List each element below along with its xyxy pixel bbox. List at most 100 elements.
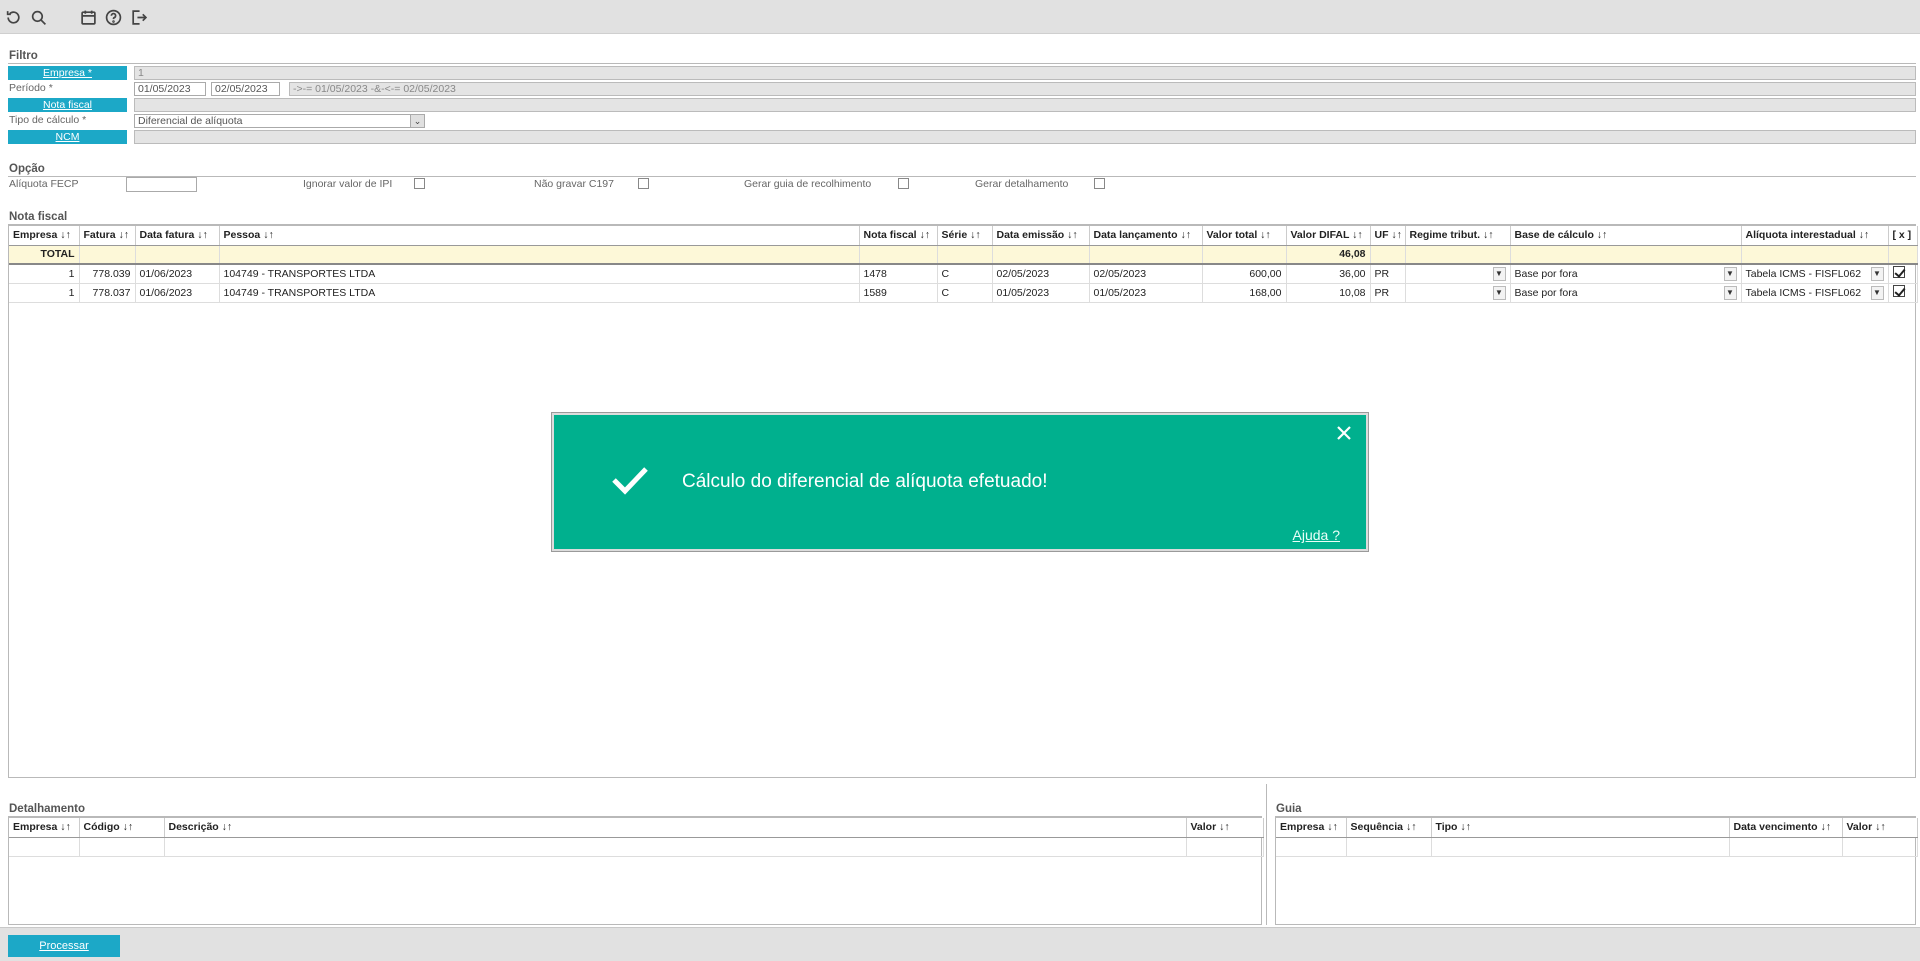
checkmark-icon [612, 467, 648, 495]
gerar-detalhamento-checkbox[interactable] [1094, 178, 1105, 189]
gerar-guia-checkbox[interactable] [898, 178, 909, 189]
periodo-label: Período * [9, 82, 53, 94]
calendar-icon[interactable] [80, 9, 97, 26]
col-serie-header[interactable]: Série ↓↑ [937, 226, 993, 246]
nota-fiscal-field[interactable] [134, 98, 1916, 112]
logout-icon[interactable] [130, 9, 147, 26]
tipo-calculo-value: Diferencial de alíquota [138, 115, 243, 127]
cell-valor-total: 168,00 [1202, 283, 1287, 303]
det-col-descricao-header[interactable]: Descrição ↓↑ [164, 818, 1187, 838]
guia-col-tipo-header[interactable]: Tipo ↓↑ [1431, 818, 1730, 838]
nota-fiscal-label-button[interactable]: Nota fiscal [8, 98, 127, 112]
table-row[interactable]: 1 778.037 01/06/2023 104749 - TRANSPORTE… [9, 283, 1918, 303]
aliquota-fecp-input[interactable] [126, 177, 197, 192]
col-base-calculo-header[interactable]: Base de cálculo ↓↑ [1510, 226, 1742, 246]
row-checkbox[interactable] [1892, 266, 1905, 279]
col-pessoa-header[interactable]: Pessoa ↓↑ [219, 226, 860, 246]
cell-pessoa: 104749 - TRANSPORTES LTDA [219, 264, 860, 284]
guia-header-row: Empresa ↓↑ Sequência ↓↑ Tipo ↓↑ Data ven… [1276, 818, 1918, 838]
table-row[interactable]: 1 778.039 01/06/2023 104749 - TRANSPORTE… [9, 264, 1918, 284]
cell-data-fatura: 01/06/2023 [135, 283, 220, 303]
cell-serie: C [937, 264, 993, 284]
detalhamento-title: Detalhamento [9, 803, 86, 815]
col-data-lancamento-header[interactable]: Data lançamento ↓↑ [1089, 226, 1203, 246]
detalhamento-grid: Empresa ↓↑ Código ↓↑ Descrição ↓↑ Valor … [8, 817, 1264, 925]
cell-valor-total: 600,00 [1202, 264, 1287, 284]
total-row: TOTAL 46,08 [9, 245, 1918, 265]
guia-col-sequencia-header[interactable]: Sequência ↓↑ [1346, 818, 1432, 838]
help-icon[interactable] [105, 9, 122, 26]
chevron-down-icon[interactable]: ▼ [1492, 285, 1506, 300]
det-col-empresa-header[interactable]: Empresa ↓↑ [9, 818, 80, 838]
success-toast: Cálculo do diferencial de alíquota efetu… [551, 412, 1369, 552]
cell-base-select[interactable]: Base por fora ▼ [1510, 264, 1742, 284]
col-empresa-header[interactable]: Empresa ↓↑ [9, 226, 80, 246]
cell-data-emissao: 02/05/2023 [992, 264, 1090, 284]
periodo-to-field[interactable]: 02/05/2023 [211, 82, 280, 96]
guia-col-data-vencimento-header[interactable]: Data vencimento ↓↑ [1729, 818, 1843, 838]
cell-aliquota-select[interactable]: Tabela ICMS - FISFL062 ▼ [1741, 264, 1889, 284]
row-checkbox[interactable] [1892, 285, 1905, 297]
guia-col-empresa-header[interactable]: Empresa ↓↑ [1276, 818, 1347, 838]
detalhamento-table: Empresa ↓↑ Código ↓↑ Descrição ↓↑ Valor … [9, 818, 1264, 857]
det-col-codigo-header[interactable]: Código ↓↑ [79, 818, 165, 838]
cell-base-select[interactable]: Base por fora ▼ [1510, 283, 1742, 303]
col-regime-header[interactable]: Regime tribut. ↓↑ [1405, 226, 1511, 246]
col-aliquota-header[interactable]: Alíquota interestadual ↓↑ [1741, 226, 1889, 246]
empresa-field[interactable]: 1 [134, 66, 1916, 80]
col-uf-header[interactable]: UF ↓↑ [1370, 226, 1406, 246]
close-icon[interactable] [1334, 423, 1354, 443]
ignorar-ipi-checkbox[interactable] [414, 178, 425, 189]
chevron-down-icon[interactable]: ▼ [1870, 266, 1884, 281]
chevron-down-icon[interactable]: ▼ [1492, 266, 1506, 281]
col-select-all-header[interactable]: [ x ] [1888, 226, 1918, 246]
guia-table: Empresa ↓↑ Sequência ↓↑ Tipo ↓↑ Data ven… [1276, 818, 1918, 857]
det-col-valor-header[interactable]: Valor ↓↑ [1186, 818, 1264, 838]
cell-pessoa: 104749 - TRANSPORTES LTDA [219, 283, 860, 303]
tipo-calculo-select[interactable]: Diferencial de alíquota ⌄ [134, 114, 425, 128]
search-icon[interactable] [30, 9, 47, 26]
col-fatura-header[interactable]: Fatura ↓↑ [79, 226, 136, 246]
chevron-down-icon[interactable]: ⌄ [410, 115, 424, 127]
col-data-emissao-header[interactable]: Data emissão ↓↑ [992, 226, 1090, 246]
cell-regime-select[interactable]: ▼ [1405, 283, 1511, 303]
col-nota-fiscal-header[interactable]: Nota fiscal ↓↑ [859, 226, 938, 246]
col-data-fatura-header[interactable]: Data fatura ↓↑ [135, 226, 220, 246]
chevron-down-icon[interactable]: ▼ [1723, 285, 1737, 300]
chevron-down-icon[interactable]: ▼ [1723, 266, 1737, 281]
refresh-icon[interactable] [5, 9, 22, 26]
cell-fatura: 778.039 [79, 264, 136, 284]
cell-nota-fiscal: 1478 [859, 264, 938, 284]
cell-select[interactable] [1888, 264, 1918, 284]
cell-empresa: 1 [9, 264, 80, 284]
chevron-down-icon[interactable]: ▼ [1870, 285, 1884, 300]
guia-col-valor-header[interactable]: Valor ↓↑ [1842, 818, 1918, 838]
filtro-title: Filtro [9, 50, 38, 62]
ncm-label-button[interactable]: NCM [8, 130, 127, 144]
footer-bar: Processar [0, 927, 1920, 961]
ignorar-ipi-label: Ignorar valor de IPI [303, 178, 393, 190]
col-valor-total-header[interactable]: Valor total ↓↑ [1202, 226, 1287, 246]
ncm-field[interactable] [134, 130, 1916, 144]
cell-select[interactable] [1888, 283, 1918, 303]
periodo-from-field[interactable]: 01/05/2023 [134, 82, 206, 96]
cell-uf: PR [1370, 283, 1406, 303]
help-link[interactable]: Ajuda ? [1293, 527, 1340, 543]
toolbar [0, 0, 1920, 34]
empresa-label-button[interactable]: Empresa * [8, 66, 127, 80]
filtro-divider [8, 63, 1916, 64]
aliquota-value: Tabela ICMS - FISFL062 [1745, 267, 1862, 280]
cell-data-fatura: 01/06/2023 [135, 264, 220, 284]
cell-serie: C [937, 283, 993, 303]
cell-aliquota-select[interactable]: Tabela ICMS - FISFL062 ▼ [1741, 283, 1889, 303]
cell-regime-select[interactable]: ▼ [1405, 264, 1511, 284]
nao-gravar-checkbox[interactable] [638, 178, 649, 189]
aliquota-value: Tabela ICMS - FISFL062 [1745, 286, 1862, 299]
panel-splitter[interactable] [1266, 784, 1267, 925]
tipo-calculo-label: Tipo de cálculo * [9, 114, 87, 126]
detalhamento-header-row: Empresa ↓↑ Código ↓↑ Descrição ↓↑ Valor … [9, 818, 1264, 838]
processar-button[interactable]: Processar [8, 935, 120, 957]
col-valor-difal-header[interactable]: Valor DIFAL ↓↑ [1286, 226, 1371, 246]
table-row [9, 837, 1264, 857]
opcao-title: Opção [9, 163, 45, 175]
